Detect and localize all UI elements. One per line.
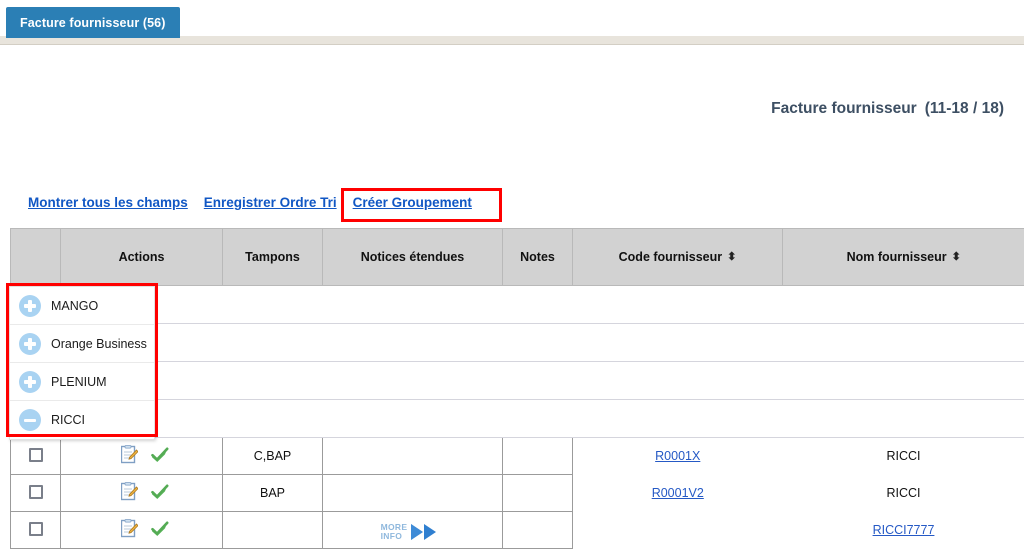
page-title: Facture fournisseur (11-18 / 18) (771, 100, 1004, 118)
row-code-fournisseur-cell (572, 511, 783, 549)
action-links: Montrer tous les champs Enregistrer Ordr… (28, 195, 472, 210)
row-actions-cell (60, 474, 223, 512)
group-item-label: PLENIUM (51, 374, 107, 389)
row-select-checkbox[interactable] (28, 521, 43, 536)
row-code-fournisseur-cell[interactable]: R0001X (572, 437, 783, 475)
double-chevron-icon (411, 524, 437, 540)
th-code-fournisseur[interactable]: Code fournisseur ⬍ (572, 228, 783, 286)
table-row[interactable]: MORE INFO RICCI7777 (10, 511, 1024, 549)
edit-icon[interactable] (120, 482, 139, 504)
validate-check-icon[interactable] (151, 447, 169, 466)
th-tampons: Tampons (222, 228, 323, 286)
sort-toggle-icon[interactable]: ⬍ (952, 250, 961, 263)
edit-icon[interactable] (120, 445, 139, 467)
row-code-fournisseur-cell[interactable]: R0001V2 (572, 474, 783, 512)
group-list-popup: MANGO Orange Business PLENIUM RICCI (9, 286, 155, 440)
group-item-orange-business[interactable]: Orange Business (10, 325, 154, 363)
tab-strip: Facture fournisseur (56) (0, 0, 1024, 45)
row-checkbox-cell[interactable] (10, 474, 61, 512)
table-group-row[interactable] (10, 285, 1024, 324)
table-row[interactable]: BAP R0001V2 RICCI (10, 474, 1024, 512)
row-nom-fournisseur-cell: RICCI (782, 474, 1024, 512)
row-notices-cell (322, 474, 503, 512)
group-row-cell-plenium[interactable] (10, 361, 1024, 400)
records-table-container: Actions Tampons Notices étendues Notes C… (10, 228, 1024, 549)
group-row-cell-orange-business[interactable] (10, 323, 1024, 362)
app-root: Facture fournisseur (56) Facture fournis… (0, 0, 1024, 555)
group-item-mango[interactable]: MANGO (10, 287, 154, 325)
more-info-label: MORE INFO (381, 523, 408, 541)
th-notes: Notes (502, 228, 573, 286)
table-body: C,BAP R0001X RICCI BAP R0001V2 RICCI MOR… (10, 285, 1024, 549)
row-tampons-cell: BAP (222, 474, 323, 512)
table-head: Actions Tampons Notices étendues Notes C… (10, 228, 1024, 286)
edit-icon[interactable] (120, 519, 139, 541)
plus-circle-icon[interactable] (19, 294, 41, 317)
row-notes-cell (502, 511, 573, 549)
create-grouping-link[interactable]: Créer Groupement (353, 195, 472, 210)
row-tampons-cell: C,BAP (222, 437, 323, 475)
row-select-checkbox[interactable] (28, 447, 43, 462)
minus-circle-icon[interactable] (19, 409, 41, 431)
row-actions-cell (60, 511, 223, 549)
group-row-cell-ricci[interactable] (10, 399, 1024, 438)
save-sort-order-link[interactable]: Enregistrer Ordre Tri (204, 195, 337, 210)
th-nom-fournisseur-label: Nom fournisseur (846, 250, 947, 264)
show-all-fields-link[interactable]: Montrer tous les champs (28, 195, 188, 210)
row-notes-cell (502, 474, 573, 512)
table-group-row[interactable] (10, 399, 1024, 438)
th-actions: Actions (60, 228, 223, 286)
validate-check-icon[interactable] (151, 521, 169, 540)
records-table: Actions Tampons Notices étendues Notes C… (10, 228, 1024, 549)
th-select-all (10, 228, 61, 286)
th-nom-fournisseur[interactable]: Nom fournisseur ⬍ (782, 228, 1024, 286)
th-notices-etendues: Notices étendues (322, 228, 503, 286)
row-select-checkbox[interactable] (28, 484, 43, 499)
page-title-text: Facture fournisseur (771, 100, 917, 117)
group-item-ricci[interactable]: RICCI (10, 401, 154, 439)
sort-toggle-icon[interactable]: ⬍ (727, 250, 736, 263)
row-notes-cell (502, 437, 573, 475)
code-fournisseur-link[interactable]: R0001X (655, 449, 700, 463)
validate-check-icon[interactable] (151, 484, 169, 503)
group-row-cell-mango[interactable] (10, 285, 1024, 324)
group-item-label: RICCI (51, 413, 86, 427)
nom-fournisseur-link[interactable]: RICCI7777 (873, 523, 935, 537)
more-info-line2: INFO (380, 531, 403, 541)
row-checkbox-cell[interactable] (10, 511, 61, 549)
row-actions-cell (60, 437, 223, 475)
table-row[interactable]: C,BAP R0001X RICCI (10, 437, 1024, 475)
table-group-row[interactable] (10, 361, 1024, 400)
group-item-label: Orange Business (51, 336, 147, 351)
plus-circle-icon[interactable] (19, 332, 41, 355)
plus-circle-icon[interactable] (19, 370, 41, 393)
row-nom-fournisseur-cell[interactable]: RICCI7777 (782, 511, 1024, 549)
row-checkbox-cell[interactable] (10, 437, 61, 475)
th-code-fournisseur-label: Code fournisseur (618, 250, 723, 264)
table-group-row[interactable] (10, 323, 1024, 362)
table-header-row: Actions Tampons Notices étendues Notes C… (10, 228, 1024, 286)
page-record-range: (11-18 / 18) (924, 100, 1004, 117)
row-notices-cell (322, 437, 503, 475)
code-fournisseur-link[interactable]: R0001V2 (652, 486, 704, 500)
row-nom-fournisseur-cell: RICCI (782, 437, 1024, 475)
group-item-plenium[interactable]: PLENIUM (10, 363, 154, 401)
tab-facture-fournisseur[interactable]: Facture fournisseur (56) (6, 7, 180, 38)
more-info-icon[interactable]: MORE INFO (381, 523, 445, 541)
row-notices-cell[interactable]: MORE INFO (322, 511, 503, 549)
row-tampons-cell (222, 511, 323, 549)
group-item-label: MANGO (51, 298, 99, 313)
